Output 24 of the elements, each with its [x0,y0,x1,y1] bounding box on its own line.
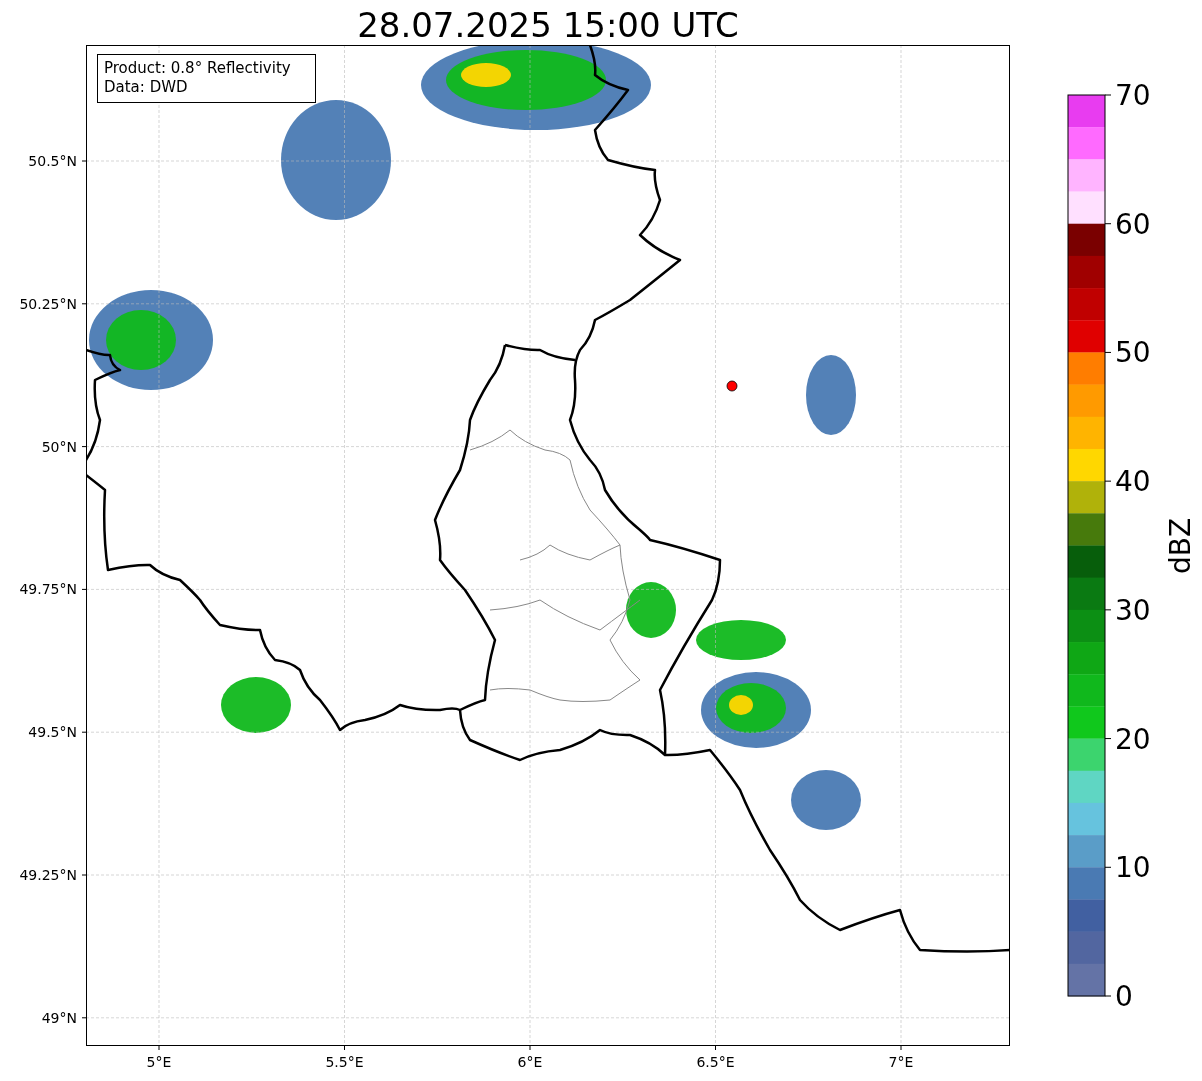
longitude-label: 7°E [888,1054,914,1070]
colorbar-tick-label: 0 [1115,980,1133,1013]
longitude-label: 5.5°E [325,1054,364,1070]
colorbar-tick-label: 20 [1115,722,1151,756]
colorbar-tick-label: 60 [1115,207,1151,241]
colorbar-tick-label: 70 [1115,79,1151,112]
latitude-label: 50.25°N [19,295,77,312]
chart-title: 28.07.2025 15:00 UTC [357,5,739,45]
legend-text: Data: DWD [104,78,188,96]
latitude-label: 49.75°N [19,581,77,598]
longitude-label: 5°E [146,1054,172,1070]
latitude-label: 49.5°N [28,724,77,741]
latitude-label: 50°N [41,438,77,455]
legend-text: Product: 0.8° Reflectivity [104,59,291,77]
longitude-label: 6°E [517,1054,543,1070]
colorbar-label: dBZ [1164,517,1197,575]
colorbar-tick-label: 10 [1115,851,1151,885]
latitude-label: 49°N [41,1009,77,1026]
colorbar-tick-label: 40 [1115,465,1151,499]
colorbar-tick-label: 50 [1115,336,1151,370]
colorbar-tick-label: 30 [1115,593,1151,627]
latitude-label: 50.5°N [28,153,77,169]
latitude-label: 49.25°N [19,867,77,883]
longitude-label: 6.5°E [696,1054,735,1070]
